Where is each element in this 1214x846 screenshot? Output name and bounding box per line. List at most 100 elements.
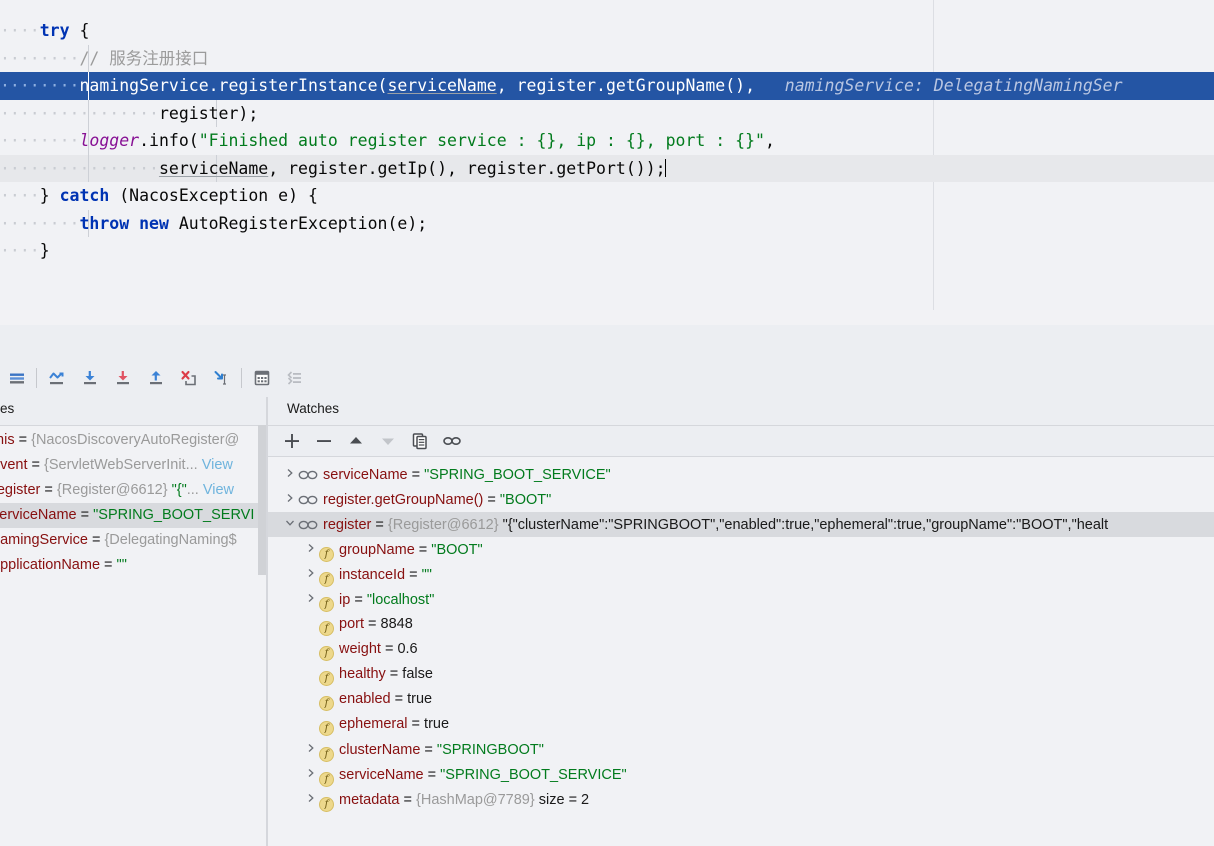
show-execution-point-icon[interactable] [0,363,33,393]
remove-watch-button[interactable] [308,428,340,454]
variables-vertical-scrollbar-thumb[interactable] [258,425,266,575]
watch-row[interactable]: f instanceId = "" [268,562,1214,587]
force-step-into-icon[interactable] [106,363,139,393]
code-line[interactable]: ········throw new AutoRegisterException(… [0,210,1214,238]
code-token: new [139,213,169,233]
chevron-right-icon[interactable] [303,787,319,812]
watch-expression-name: register [323,517,372,533]
view-link[interactable]: View [203,482,234,498]
chevron-right-icon[interactable] [303,762,319,787]
watch-row[interactable]: f weight = 0.6 [268,637,1214,662]
watch-row[interactable]: serviceName = "SPRING_BOOT_SERVICE" [268,462,1214,487]
step-into-icon[interactable] [73,363,106,393]
watch-equals: = [380,641,398,657]
variable-object-ref: {Register@6612} [56,482,172,498]
field-icon: f [319,721,334,736]
run-to-cursor-icon[interactable] [205,363,238,393]
watch-row[interactable]: f serviceName = "SPRING_BOOT_SERVICE" [268,762,1214,787]
drop-frame-icon[interactable] [172,363,205,393]
variable-name: serviceName [0,507,77,523]
chevron-right-icon[interactable] [303,737,319,762]
watch-expression-name: ip [339,592,351,608]
watch-value: "" [421,567,432,583]
watch-equals: = [483,492,500,508]
watch-equals: = [407,716,425,732]
watch-row[interactable]: f metadata = {HashMap@7789} size = 2 [268,787,1214,812]
watch-row[interactable]: f port = 8848 [268,612,1214,637]
watch-expression-name: healthy [339,666,386,682]
code-line[interactable]: ········logger.info("Finished auto regis… [0,127,1214,155]
tab-variables[interactable]: es [0,401,14,416]
move-watch-up-button[interactable] [340,428,372,454]
variable-row[interactable]: event = {ServletWebServerInit... View [0,453,258,478]
sort-values-icon[interactable] [278,363,311,393]
watch-row[interactable]: register.getGroupName() = "BOOT" [268,487,1214,512]
watch-row[interactable]: f ephemeral = true [268,712,1214,737]
watch-equals: = [423,767,441,783]
watches-panel[interactable]: Watches serviceName = "SPRING_BOOT_SERVI… [268,397,1214,846]
view-link[interactable]: View [202,457,233,473]
code-editor[interactable]: ····try {········// 服务注册接口 ········naming… [0,0,1214,310]
variable-object-ref: {ServletWebServerInit [44,457,186,473]
chevron-right-icon[interactable] [303,562,319,587]
text-caret [664,158,667,177]
watch-value: 0.6 [397,641,418,657]
chevron-right-icon[interactable] [282,487,298,512]
watch-glasses-icon [298,465,318,487]
variable-row[interactable]: register = {Register@6612} "{"... View [0,478,258,503]
watch-equals: = [371,517,388,533]
tab-watches[interactable]: Watches [287,401,339,416]
watch-expression-name: register.getGroupName() [323,492,484,508]
code-token: serviceName [387,76,497,95]
code-line[interactable]: ········// 服务注册接口 [0,45,1214,73]
variables-panel[interactable]: es this = {NacosDiscoveryAutoRegister@ev… [0,397,267,846]
chevron-right-icon[interactable] [282,462,298,487]
variable-row[interactable]: applicationName = "" [0,553,258,578]
watch-object-ref: {HashMap@7789} [416,792,539,808]
step-out-icon[interactable] [139,363,172,393]
field-icon: f [319,772,334,787]
watch-glasses-button[interactable] [436,428,468,454]
code-line[interactable]: ················serviceName, register.ge… [0,154,1214,182]
code-line[interactable]: ····} catch (NacosException e) { [0,182,1214,210]
step-over-icon[interactable] [40,363,73,393]
copy-value-button[interactable] [404,428,436,454]
variable-row[interactable]: serviceName = "SPRING_BOOT_SERVI [0,503,258,528]
watch-row[interactable]: register = {Register@6612} "{"clusterNam… [268,512,1214,537]
watch-value: true [424,716,450,732]
code-token: throw [79,213,130,233]
move-watch-down-button[interactable] [372,428,404,454]
variable-row[interactable]: this = {NacosDiscoveryAutoRegister@ [0,428,258,453]
field-icon: f [319,547,334,562]
watch-expression-name: instanceId [339,567,406,583]
watch-equals: = [350,592,367,608]
chevron-right-icon[interactable] [303,537,319,562]
code-line[interactable]: ····} [0,237,1214,265]
watch-row[interactable]: f groupName = "BOOT" [268,537,1214,562]
add-watch-button[interactable] [276,428,308,454]
variables-tabbar: es [0,397,267,426]
chevron-down-icon[interactable] [282,512,298,537]
field-icon: f [319,621,334,636]
code-line[interactable]: ················register); [0,100,1214,128]
debugger-toolbar [0,325,1214,397]
watch-row[interactable]: f healthy = false [268,662,1214,687]
toolbar-separator [36,368,37,388]
variable-equals: = [14,432,32,448]
evaluate-expression-icon[interactable] [245,363,278,393]
watch-row[interactable]: f ip = "localhost" [268,587,1214,612]
code-line[interactable]: ····try { [0,17,1214,45]
code-token: // 服务注册接口 [79,48,209,68]
watch-expression-name: enabled [339,691,391,707]
whitespace-dots: ···· [0,241,40,260]
watch-row[interactable]: f clusterName = "SPRINGBOOT" [268,737,1214,762]
chevron-right-icon[interactable] [303,587,319,612]
editor-horizontal-scrollbar-track[interactable] [0,311,1214,634]
code-line[interactable]: ········namingService.registerInstance(s… [0,72,1214,100]
inlay-parameter-hint: namingService: DelegatingNamingSer [755,76,1123,95]
code-token: namingService.registerInstance( [79,76,388,95]
code-token: (NacosException e) { [109,186,318,205]
variable-row[interactable]: namingService = {DelegatingNaming$ [0,528,258,553]
watch-row[interactable]: f enabled = true [268,687,1214,712]
watches-tabbar: Watches [268,397,1214,426]
